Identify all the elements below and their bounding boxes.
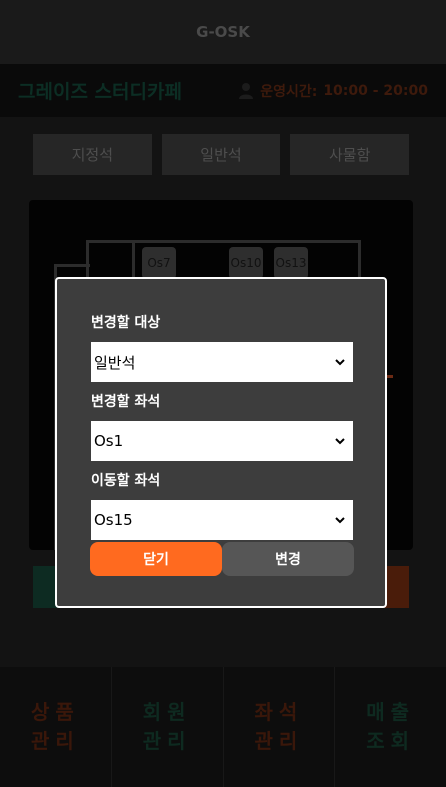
seat-select-value: Os1 — [94, 432, 124, 450]
close-button[interactable]: 닫기 — [90, 542, 222, 576]
chevron-down-icon — [335, 359, 345, 366]
modal-actions: 닫기 변경 — [90, 542, 354, 576]
seat-label: 변경할 좌석 — [91, 394, 161, 410]
chevron-down-icon — [335, 438, 345, 445]
change-button[interactable]: 변경 — [222, 542, 354, 576]
destination-label: 이동할 좌석 — [91, 473, 161, 489]
destination-select[interactable]: Os15 — [91, 500, 353, 540]
target-label: 변경할 대상 — [91, 315, 161, 331]
app-root: G-OSK 그레이즈 스터디카페 운영시간: 10:00 - 20:00 지정석… — [0, 0, 446, 787]
chevron-down-icon — [335, 517, 345, 524]
destination-select-value: Os15 — [94, 511, 133, 529]
target-select[interactable]: 일반석 — [91, 342, 353, 382]
target-select-value: 일반석 — [94, 353, 136, 372]
seat-change-modal: 변경할 대상 일반석 변경할 좌석 Os1 이동할 좌석 Os15 닫기 변경 — [55, 277, 387, 608]
seat-select[interactable]: Os1 — [91, 421, 353, 461]
